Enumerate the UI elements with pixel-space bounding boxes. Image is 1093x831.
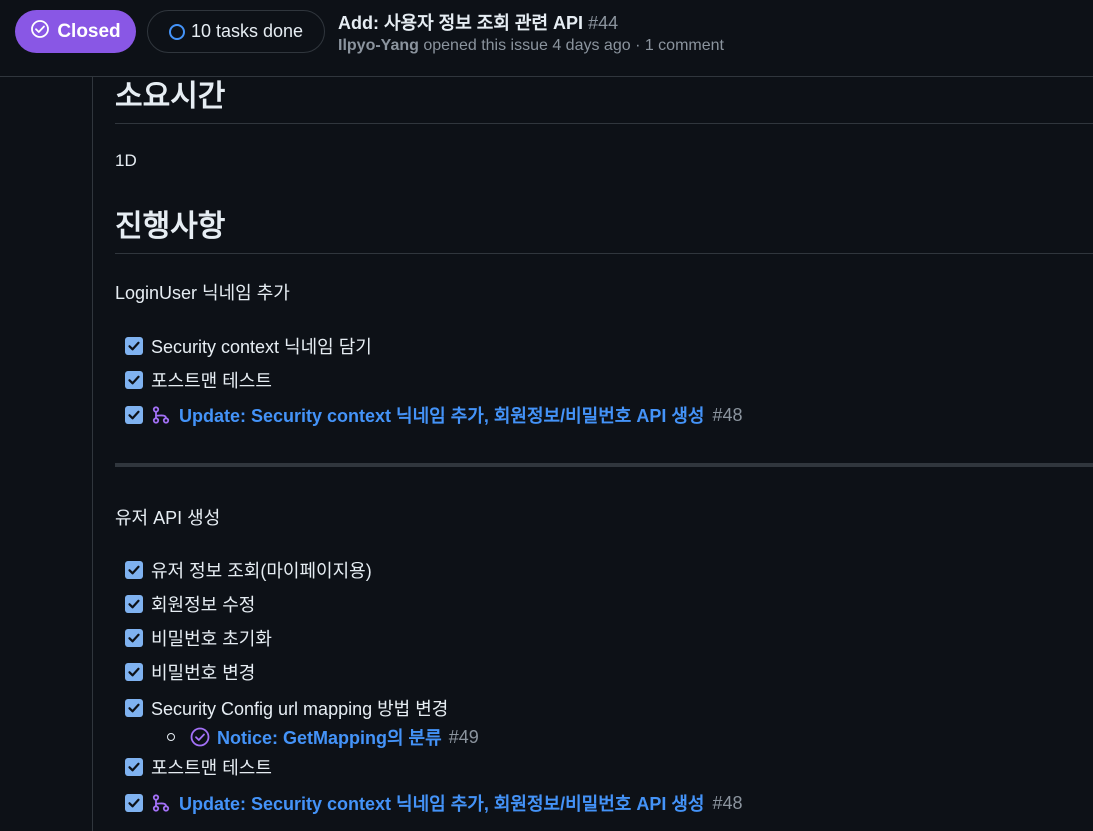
task-label: 비밀번호 변경	[151, 663, 256, 683]
task-item: 비밀번호 초기화	[125, 625, 272, 651]
task-label: 포스트맨 테스트	[151, 371, 272, 391]
tasks-progress-badge[interactable]: 10 tasks done	[147, 10, 325, 53]
issue-meta-text: opened this issue 4 days ago · 1 comment	[423, 37, 724, 54]
issue-state-label: Closed	[57, 20, 121, 42]
task-label: 유저 정보 조회(마이페이지용)	[151, 561, 372, 581]
sub-list-item: Notice: GetMapping의 분류 #49	[167, 724, 479, 750]
pull-request-icon	[151, 793, 171, 813]
task-checkbox[interactable]	[125, 595, 143, 613]
task-checkbox[interactable]	[125, 337, 143, 355]
task-item: 비밀번호 변경	[125, 659, 255, 685]
section-login-title: LoginUser 닉네임 추가	[115, 283, 290, 303]
pull-request-icon	[151, 405, 171, 425]
time-value: 1D	[115, 151, 137, 170]
issue-number: #44	[588, 13, 619, 33]
linked-issue-number: #49	[448, 726, 479, 747]
task-checkbox[interactable]	[125, 663, 143, 681]
bullet-marker	[167, 733, 175, 741]
issue-state-badge: Closed	[15, 10, 136, 53]
task-item: 포스트맨 테스트	[125, 754, 272, 780]
task-checkbox[interactable]	[125, 699, 143, 717]
task-label: 회원정보 수정	[151, 595, 256, 615]
linked-pr-link[interactable]: Update: Security context 닉네임 추가, 회원정보/비밀…	[179, 402, 704, 428]
task-checkbox[interactable]	[125, 406, 143, 424]
linked-pr-number: #48	[712, 792, 743, 813]
task-label: 포스트맨 테스트	[151, 758, 272, 778]
linked-pr-link[interactable]: Update: Security context 닉네임 추가, 회원정보/비밀…	[179, 790, 704, 816]
heading-time: 소요시간	[115, 77, 1093, 124]
issue-author-link[interactable]: Ilpyo-Yang	[338, 37, 419, 54]
linked-issue-link[interactable]: Notice: GetMapping의 분류	[217, 724, 442, 750]
task-item: Security Config url mapping 방법 변경	[125, 695, 448, 721]
task-checkbox[interactable]	[125, 794, 143, 812]
task-item: 유저 정보 조회(마이페이지용)	[125, 557, 372, 583]
task-item: Update: Security context 닉네임 추가, 회원정보/비밀…	[125, 402, 743, 428]
task-item: 회원정보 수정	[125, 591, 255, 617]
task-label: Security context 닉네임 담기	[151, 337, 372, 357]
section-user-title: 유저 API 생성	[115, 508, 221, 528]
task-item: 포스트맨 테스트	[125, 367, 272, 393]
task-label: 비밀번호 초기화	[151, 629, 272, 649]
issue-meta: Ilpyo-Yang opened this issue 4 days ago …	[338, 37, 724, 55]
task-item: Security context 닉네임 담기	[125, 333, 372, 359]
timeline-rail	[92, 77, 93, 831]
task-checkbox[interactable]	[125, 629, 143, 647]
check-circle-icon	[30, 19, 50, 45]
issue-closed-icon	[190, 727, 210, 747]
issue-title-text: Add: 사용자 정보 조회 관련 API	[338, 13, 584, 33]
task-label: Security Config url mapping 방법 변경	[151, 699, 449, 719]
progress-ring-icon	[168, 23, 185, 40]
task-checkbox[interactable]	[125, 371, 143, 389]
task-checkbox[interactable]	[125, 561, 143, 579]
task-item: Update: Security context 닉네임 추가, 회원정보/비밀…	[125, 790, 743, 816]
tasks-progress-label: 10 tasks done	[190, 21, 304, 41]
section-divider	[115, 463, 1093, 467]
heading-progress: 진행사항	[115, 205, 1093, 254]
task-checkbox[interactable]	[125, 758, 143, 776]
issue-title: Add: 사용자 정보 조회 관련 API #44	[338, 9, 618, 35]
issue-header: Closed 10 tasks done Add: 사용자 정보 조회 관련 A…	[0, 0, 1093, 77]
linked-pr-number: #48	[712, 404, 743, 425]
